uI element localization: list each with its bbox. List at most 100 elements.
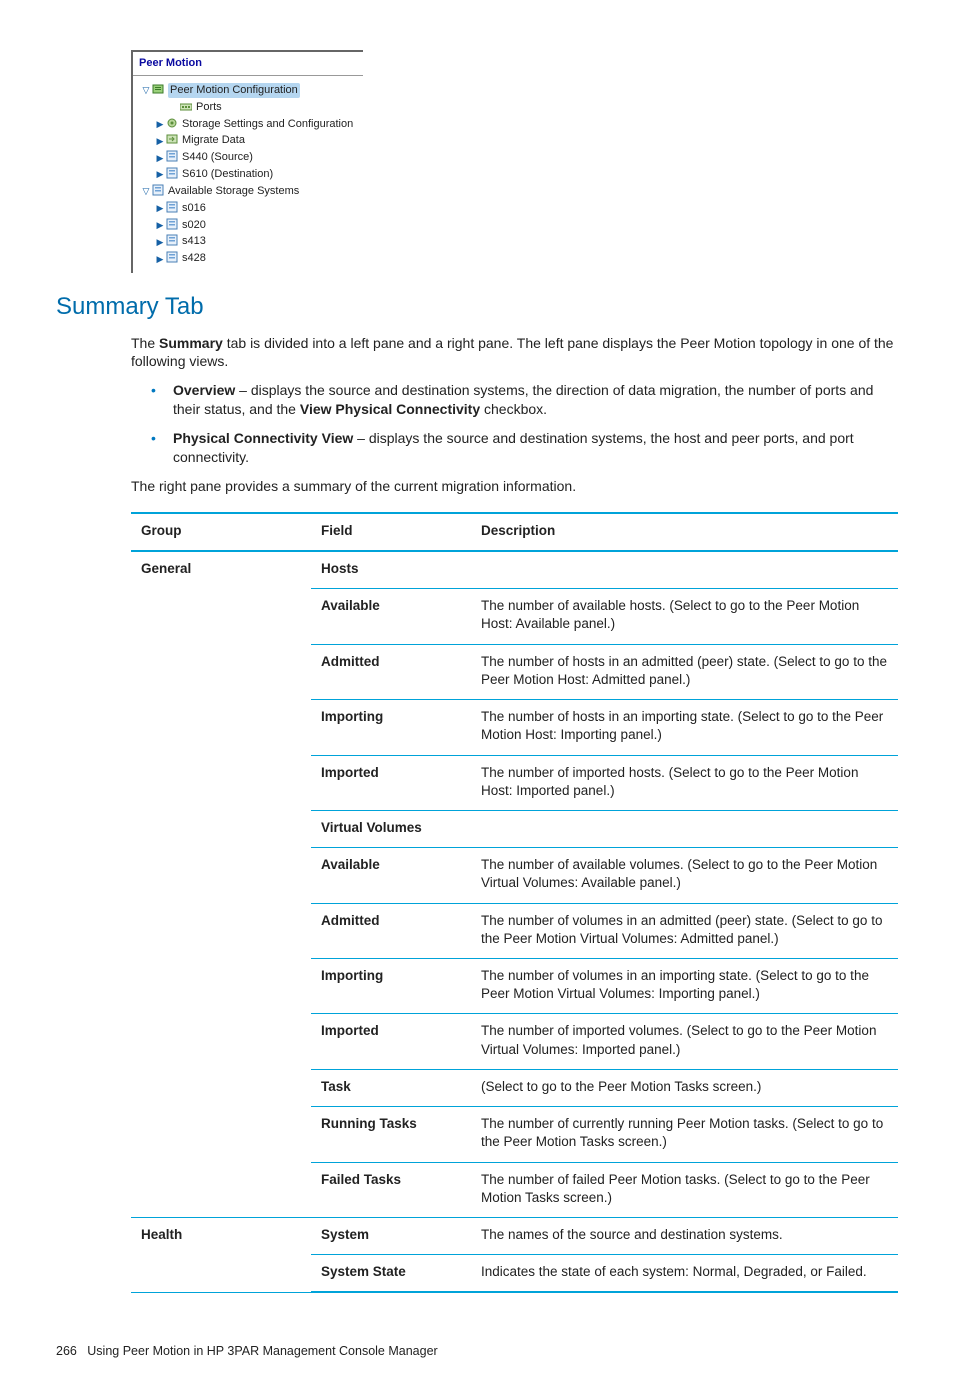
sys-icon <box>165 201 179 216</box>
tree-item[interactable]: ▶ S440 (Source) <box>141 149 359 166</box>
table-header-row: Group Field Description <box>131 513 898 551</box>
field: Available <box>311 589 471 644</box>
expand-icon: ▶ <box>155 219 165 231</box>
tree-avail-label: Available Storage Systems <box>168 184 299 199</box>
sys-icon <box>165 234 179 249</box>
field: Admitted <box>311 903 471 958</box>
tree-root-label: Peer Motion Configuration <box>168 83 300 98</box>
bold-text: Overview <box>173 382 235 398</box>
tree-avail-row[interactable]: ▽ Available Storage Systems <box>141 183 359 200</box>
table-row: General Hosts <box>131 551 898 589</box>
tree-item-label: S610 (Destination) <box>182 167 273 182</box>
subhead-vv: Virtual Volumes <box>311 810 898 847</box>
tree-item-label: S440 (Source) <box>182 150 253 165</box>
tree-body: ▽ Peer Motion Configuration Ports ▶ Storag… <box>133 76 363 273</box>
field: Admitted <box>311 644 471 699</box>
mig-icon <box>165 133 179 148</box>
desc: The number of hosts in an admitted (peer… <box>471 644 898 699</box>
field: System <box>311 1218 471 1255</box>
field: Running Tasks <box>311 1107 471 1162</box>
desc: (Select to go to the Peer Motion Tasks s… <box>471 1069 898 1106</box>
page-number: 266 <box>56 1344 77 1358</box>
ports-icon <box>179 100 193 115</box>
group-general: General <box>131 551 311 1218</box>
tree-item-label: Storage Settings and Configuration <box>182 117 353 132</box>
tree-title: Peer Motion <box>133 52 363 76</box>
expand-down-icon: ▽ <box>141 84 151 96</box>
desc: The number of imported volumes. (Select … <box>471 1014 898 1069</box>
intro-para-2: The right pane provides a summary of the… <box>131 477 898 496</box>
field: System State <box>311 1255 471 1293</box>
tree-item-label: s413 <box>182 234 206 249</box>
bold-text: View Physical Connectivity <box>300 401 480 417</box>
desc: The number of imported hosts. (Select to… <box>471 755 898 810</box>
th-description: Description <box>471 513 898 551</box>
expand-icon: ▶ <box>155 202 165 214</box>
storage-icon <box>151 184 165 199</box>
desc: The number of currently running Peer Mot… <box>471 1107 898 1162</box>
field: Importing <box>311 959 471 1014</box>
desc: The number of volumes in an importing st… <box>471 959 898 1014</box>
config-icon <box>151 83 165 98</box>
tree-item-label: s020 <box>182 218 206 233</box>
page-footer: 266 Using Peer Motion in HP 3PAR Managem… <box>56 1343 898 1360</box>
desc: The names of the source and destination … <box>471 1218 898 1255</box>
group-health: Health <box>131 1218 311 1293</box>
expand-icon: ▶ <box>155 118 165 130</box>
tree-item-label: s428 <box>182 251 206 266</box>
field: Importing <box>311 700 471 755</box>
desc: Indicates the state of each system: Norm… <box>471 1255 898 1293</box>
tree-item-label: s016 <box>182 201 206 216</box>
intro-para-1: The Summary tab is divided into a left p… <box>131 334 898 372</box>
sys-icon <box>165 167 179 182</box>
tree-item[interactable]: ▶ S610 (Destination) <box>141 166 359 183</box>
desc: The number of available hosts. (Select t… <box>471 589 898 644</box>
desc: The number of hosts in an importing stat… <box>471 700 898 755</box>
expand-icon: ▶ <box>155 253 165 265</box>
expand-icon: ▶ <box>155 152 165 164</box>
field: Imported <box>311 755 471 810</box>
tree-item[interactable]: ▶ Migrate Data <box>141 132 359 149</box>
tree-root-row[interactable]: ▽ Peer Motion Configuration <box>141 82 359 99</box>
field: Failed Tasks <box>311 1162 471 1217</box>
field: Available <box>311 848 471 903</box>
text: tab is divided into a left pane and a ri… <box>131 335 893 370</box>
desc: The number of volumes in an admitted (pe… <box>471 903 898 958</box>
bold-text: Summary <box>159 335 223 351</box>
expand-icon: ▶ <box>155 135 165 147</box>
sys-icon <box>165 150 179 165</box>
sys-icon <box>165 218 179 233</box>
tree-item[interactable]: Ports <box>141 99 359 116</box>
field: Imported <box>311 1014 471 1069</box>
summary-table: Group Field Description General Hosts Av… <box>131 512 898 1294</box>
desc: The number of failed Peer Motion tasks. … <box>471 1162 898 1217</box>
th-group: Group <box>131 513 311 551</box>
body-content: The Summary tab is divided into a left p… <box>131 334 898 1294</box>
tree-item[interactable]: ▶ Storage Settings and Configuration <box>141 116 359 133</box>
field: Task <box>311 1069 471 1106</box>
desc: The number of available volumes. (Select… <box>471 848 898 903</box>
bullet-overview: Overview – displays the source and desti… <box>151 381 898 419</box>
tree-item[interactable]: ▶ s016 <box>141 200 359 217</box>
tree-item-label: Ports <box>196 100 222 115</box>
tree-panel: Peer Motion ▽ Peer Motion Configuration … <box>131 50 363 273</box>
table-row: Health SystemThe names of the source and… <box>131 1218 898 1255</box>
tree-item[interactable]: ▶ s413 <box>141 233 359 250</box>
tree-item-label: Migrate Data <box>182 133 245 148</box>
th-field: Field <box>311 513 471 551</box>
sys-icon <box>165 251 179 266</box>
tree-item[interactable]: ▶ s020 <box>141 217 359 234</box>
footer-title: Using Peer Motion in HP 3PAR Management … <box>87 1344 437 1358</box>
bullet-physical-view: Physical Connectivity View – displays th… <box>151 429 898 467</box>
text: checkbox. <box>480 401 547 417</box>
bold-text: Physical Connectivity View <box>173 430 353 446</box>
expand-icon: ▶ <box>155 236 165 248</box>
bullet-list: Overview – displays the source and desti… <box>131 381 898 467</box>
expand-down-icon: ▽ <box>141 185 151 197</box>
gear-icon <box>165 117 179 132</box>
text: The <box>131 335 159 351</box>
tree-item[interactable]: ▶ s428 <box>141 250 359 267</box>
expand-icon: ▶ <box>155 168 165 180</box>
section-heading: Summary Tab <box>56 291 898 323</box>
subhead-hosts: Hosts <box>311 551 898 589</box>
